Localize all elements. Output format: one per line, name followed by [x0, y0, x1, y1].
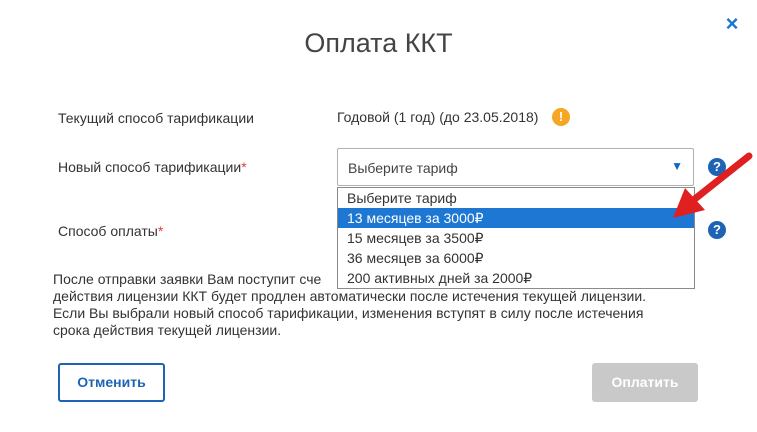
new-tariff-label: Новый способ тарификации*	[58, 159, 247, 175]
tariff-option[interactable]: 15 месяцев за 3500₽	[338, 228, 694, 248]
help-icon[interactable]: ?	[708, 221, 726, 239]
tariff-select-value: Выберите тариф	[348, 160, 458, 176]
current-tariff-value: Годовой (1 год) (до 23.05.2018)	[337, 109, 539, 125]
tariff-option-selected[interactable]: 13 месяцев за 3000₽	[338, 208, 694, 228]
notice-line: Если Вы выбрали новый способ тарификации…	[53, 305, 644, 321]
tariff-option[interactable]: 36 месяцев за 6000₽	[338, 248, 694, 268]
tariff-option[interactable]: 200 активных дней за 2000₽	[338, 268, 694, 288]
required-mark: *	[157, 223, 164, 239]
current-tariff-label: Текущий способ тарификации	[58, 110, 254, 126]
notice-line: срока действия текущей лицензии.	[53, 322, 282, 338]
dialog-title: Оплата ККТ	[304, 28, 453, 58]
warning-icon: !	[552, 108, 570, 126]
tariff-select[interactable]: Выберите тариф ▼	[337, 148, 694, 186]
payment-method-label-text: Способ оплаты	[58, 223, 158, 239]
tariff-option[interactable]: Выберите тариф	[338, 188, 694, 208]
pay-button[interactable]: Оплатить	[592, 363, 698, 402]
help-icon[interactable]: ?	[708, 158, 726, 176]
new-tariff-label-text: Новый способ тарификации	[58, 159, 242, 175]
chevron-down-icon: ▼	[671, 159, 683, 173]
required-mark: *	[241, 159, 247, 175]
cancel-button[interactable]: Отменить	[58, 363, 165, 402]
notice-line: действия лицензии ККТ будет продлен авто…	[53, 288, 647, 304]
tariff-dropdown-list: Выберите тариф 13 месяцев за 3000₽ 15 ме…	[337, 187, 695, 289]
payment-method-label: Способ оплаты*	[58, 223, 163, 239]
